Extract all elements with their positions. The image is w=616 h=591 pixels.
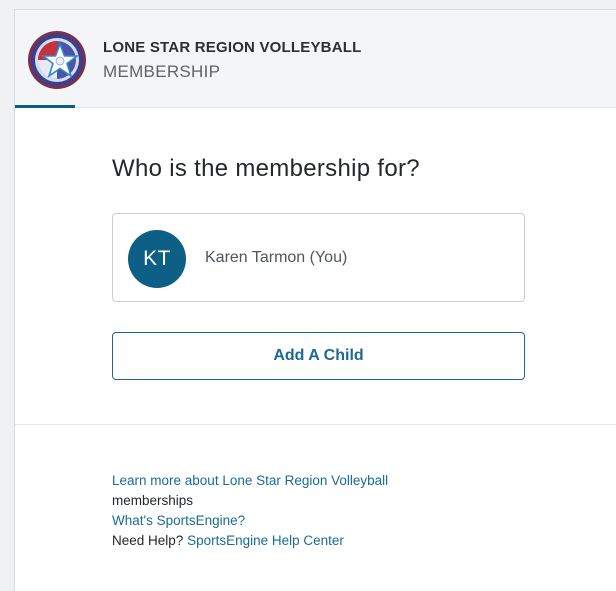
member-name: Karen Tarmon (You) xyxy=(205,249,348,266)
learn-more-suffix: memberships xyxy=(112,493,194,508)
membership-panel: LONE STAR REGION VOLLEYBALL MEMBERSHIP W… xyxy=(14,9,616,591)
footer-help: Learn more about Lone Star Region Volley… xyxy=(112,471,512,551)
org-name: LONE STAR REGION VOLLEYBALL xyxy=(103,39,362,56)
help-center-link[interactable]: SportsEngine Help Center xyxy=(187,533,344,548)
page-header: LONE STAR REGION VOLLEYBALL MEMBERSHIP xyxy=(15,10,616,108)
page-title: Who is the membership for? xyxy=(112,155,420,182)
whats-sportsengine-link[interactable]: What's SportsEngine? xyxy=(112,513,245,528)
section-divider xyxy=(15,424,616,425)
need-help-label: Need Help? xyxy=(112,533,184,548)
region-logo-icon xyxy=(28,31,86,89)
avatar: KT xyxy=(128,230,186,288)
member-option-card[interactable]: KT Karen Tarmon (You) xyxy=(112,213,525,302)
page-subtitle: MEMBERSHIP xyxy=(103,62,221,81)
learn-more-link[interactable]: Learn more about Lone Star Region Volley… xyxy=(112,473,388,488)
add-child-button[interactable]: Add A Child xyxy=(112,332,525,380)
header-active-indicator xyxy=(15,105,75,108)
